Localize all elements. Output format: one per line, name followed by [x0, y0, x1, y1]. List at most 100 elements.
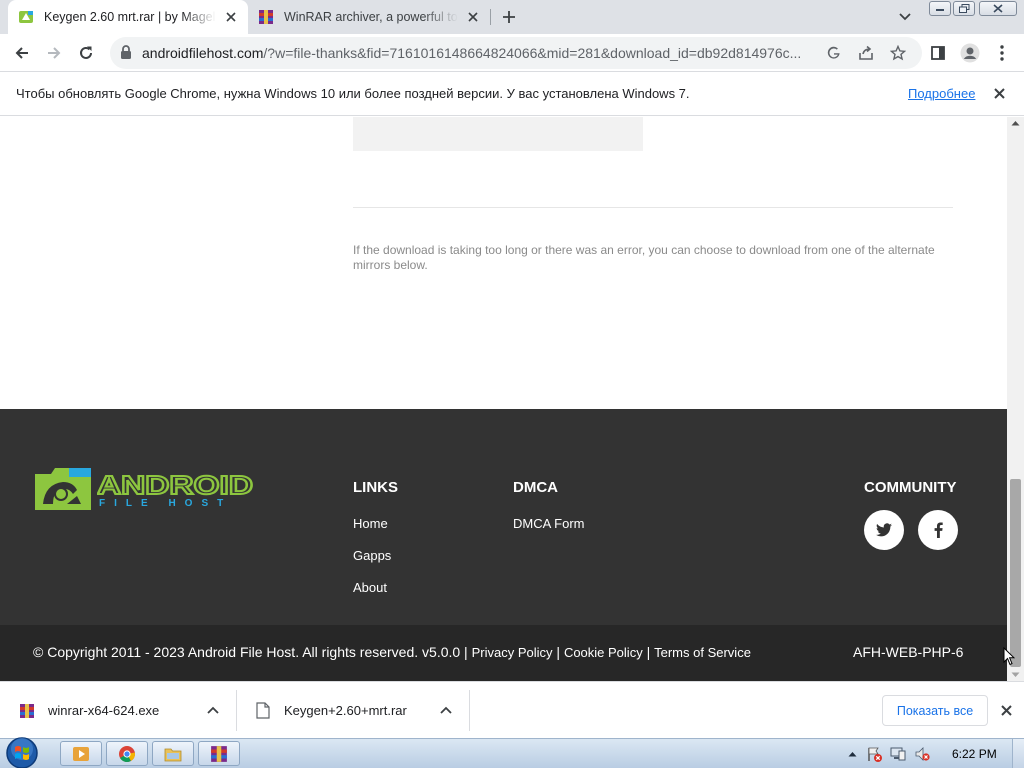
windows-taskbar: 6:22 PM [0, 735, 1024, 768]
footer-link-about[interactable]: About [353, 580, 387, 595]
footer-link-dmca-form[interactable]: DMCA Form [513, 516, 585, 531]
tab-keygen[interactable]: Keygen 2.60 mrt.rar | by Magelan [8, 0, 248, 34]
tab-search-button[interactable] [895, 8, 915, 26]
chevron-down-icon [899, 13, 911, 21]
side-panel-button[interactable] [924, 39, 952, 67]
taskbar-chrome[interactable] [106, 741, 148, 766]
taskbar-media-player[interactable] [60, 741, 102, 766]
info-bar-close-button[interactable] [990, 84, 1008, 102]
scroll-up-icon[interactable] [1011, 120, 1020, 126]
afh-logo[interactable]: ANDROID FILE HOST [33, 464, 258, 516]
footer-bottom-bar: © Copyright 2011 - 2023 Android File Hos… [0, 625, 1007, 681]
file-icon [254, 702, 272, 720]
kebab-menu-icon [1000, 45, 1004, 61]
restore-button[interactable] [953, 1, 975, 16]
twitter-icon [876, 523, 892, 537]
share-button[interactable] [854, 41, 878, 65]
logo-wordmark: ANDROID FILE HOST [97, 472, 254, 508]
footer-link-home[interactable]: Home [353, 516, 388, 531]
tray-overflow-button[interactable] [844, 746, 860, 762]
chrome-icon [119, 745, 136, 762]
scroll-down-icon[interactable] [1011, 672, 1020, 678]
profile-avatar-icon [960, 43, 980, 63]
plus-icon [503, 11, 515, 23]
chevron-up-icon[interactable] [438, 702, 454, 718]
tray-network[interactable] [890, 746, 906, 762]
taskbar-clock[interactable]: 6:22 PM [952, 747, 997, 761]
svg-text:FILE HOST: FILE HOST [99, 498, 232, 508]
minimize-button[interactable] [929, 1, 951, 16]
separator: | [646, 644, 651, 660]
flag-warning-icon [868, 747, 882, 762]
triangle-up-icon [848, 752, 856, 757]
show-all-downloads-button[interactable]: Показать все [882, 695, 988, 726]
download-shelf: winrar-x64-624.exe Keygen+2.60+mrt.rar П… [0, 681, 1024, 738]
download-item[interactable]: winrar-x64-624.exe [18, 682, 228, 739]
forward-button[interactable] [40, 39, 68, 67]
shelf-separator [236, 690, 237, 731]
divider [353, 207, 953, 208]
window-close-button[interactable] [979, 1, 1017, 16]
show-desktop-button[interactable] [1012, 739, 1024, 768]
close-tab-icon[interactable] [462, 6, 484, 28]
windows-orb-icon [6, 737, 38, 768]
server-id: AFH-WEB-PHP-6 [853, 644, 964, 660]
close-icon [993, 4, 1003, 13]
tray-volume[interactable] [914, 746, 930, 762]
facebook-button[interactable] [918, 510, 958, 550]
close-icon [993, 87, 1005, 99]
update-info-bar: Чтобы обновлять Google Chrome, нужна Win… [0, 72, 1024, 116]
back-button[interactable] [8, 39, 36, 67]
separator: | [556, 644, 561, 660]
chevron-up-icon[interactable] [205, 702, 221, 718]
minimize-icon [936, 8, 944, 11]
profile-button[interactable] [956, 39, 984, 67]
twitter-button[interactable] [864, 510, 904, 550]
page-viewport: If the download is taking too long or th… [0, 117, 1007, 681]
tray-action-center[interactable] [866, 746, 882, 762]
google-lens-button[interactable] [822, 41, 846, 65]
taskbar-winrar[interactable] [198, 741, 240, 766]
scrollbar-thumb[interactable] [1010, 479, 1021, 667]
url-text[interactable]: androidfilehost.com/?w=file-thanks&fid=7… [142, 45, 822, 61]
tab-title: Keygen 2.60 mrt.rar | by Magelan [44, 10, 216, 24]
tab-title: WinRAR archiver, a powerful tool [284, 10, 458, 24]
copyright-text: © Copyright 2011 - 2023 Android File Hos… [33, 644, 468, 660]
lock-icon[interactable] [120, 45, 132, 59]
taskbar-explorer[interactable] [152, 741, 194, 766]
download-filename: winrar-x64-624.exe [48, 703, 160, 718]
privacy-policy-link[interactable]: Privacy Policy [472, 645, 553, 660]
menu-button[interactable] [988, 39, 1016, 67]
start-button[interactable] [2, 735, 44, 768]
new-tab-button[interactable] [498, 6, 520, 28]
facebook-icon [934, 522, 943, 538]
cookie-policy-link[interactable]: Cookie Policy [564, 645, 643, 660]
winrar-icon [211, 745, 227, 762]
browser-toolbar: androidfilehost.com/?w=file-thanks&fid=7… [0, 34, 1024, 72]
close-tab-icon[interactable] [220, 6, 242, 28]
learn-more-link[interactable]: Подробнее [908, 86, 975, 101]
media-player-icon [73, 746, 89, 761]
restore-icon [958, 4, 969, 13]
download-item[interactable]: Keygen+2.60+mrt.rar [254, 682, 464, 739]
download-filename: Keygen+2.60+mrt.rar [284, 703, 407, 718]
mirror-notice: If the download is taking too long or th… [353, 243, 935, 272]
arrow-left-icon [15, 47, 28, 59]
bookmark-button[interactable] [886, 41, 910, 65]
footer-link-gapps[interactable]: Gapps [353, 548, 391, 563]
page-scrollbar[interactable] [1007, 117, 1024, 681]
winrar-icon [259, 10, 273, 24]
dmca-heading: DMCA [513, 479, 558, 496]
winrar-icon [18, 702, 36, 720]
address-bar[interactable]: androidfilehost.com/?w=file-thanks&fid=7… [110, 37, 922, 69]
network-icon [890, 747, 906, 761]
reload-button[interactable] [72, 39, 100, 67]
ad-placeholder [353, 117, 643, 151]
share-icon [859, 45, 873, 60]
terms-of-service-link[interactable]: Terms of Service [654, 645, 751, 660]
close-shelf-button[interactable] [997, 701, 1015, 719]
tab-winrar[interactable]: WinRAR archiver, a powerful tool [250, 0, 490, 34]
side-panel-icon [931, 46, 945, 60]
mouse-cursor-icon [1003, 647, 1015, 666]
shelf-separator [469, 690, 470, 731]
